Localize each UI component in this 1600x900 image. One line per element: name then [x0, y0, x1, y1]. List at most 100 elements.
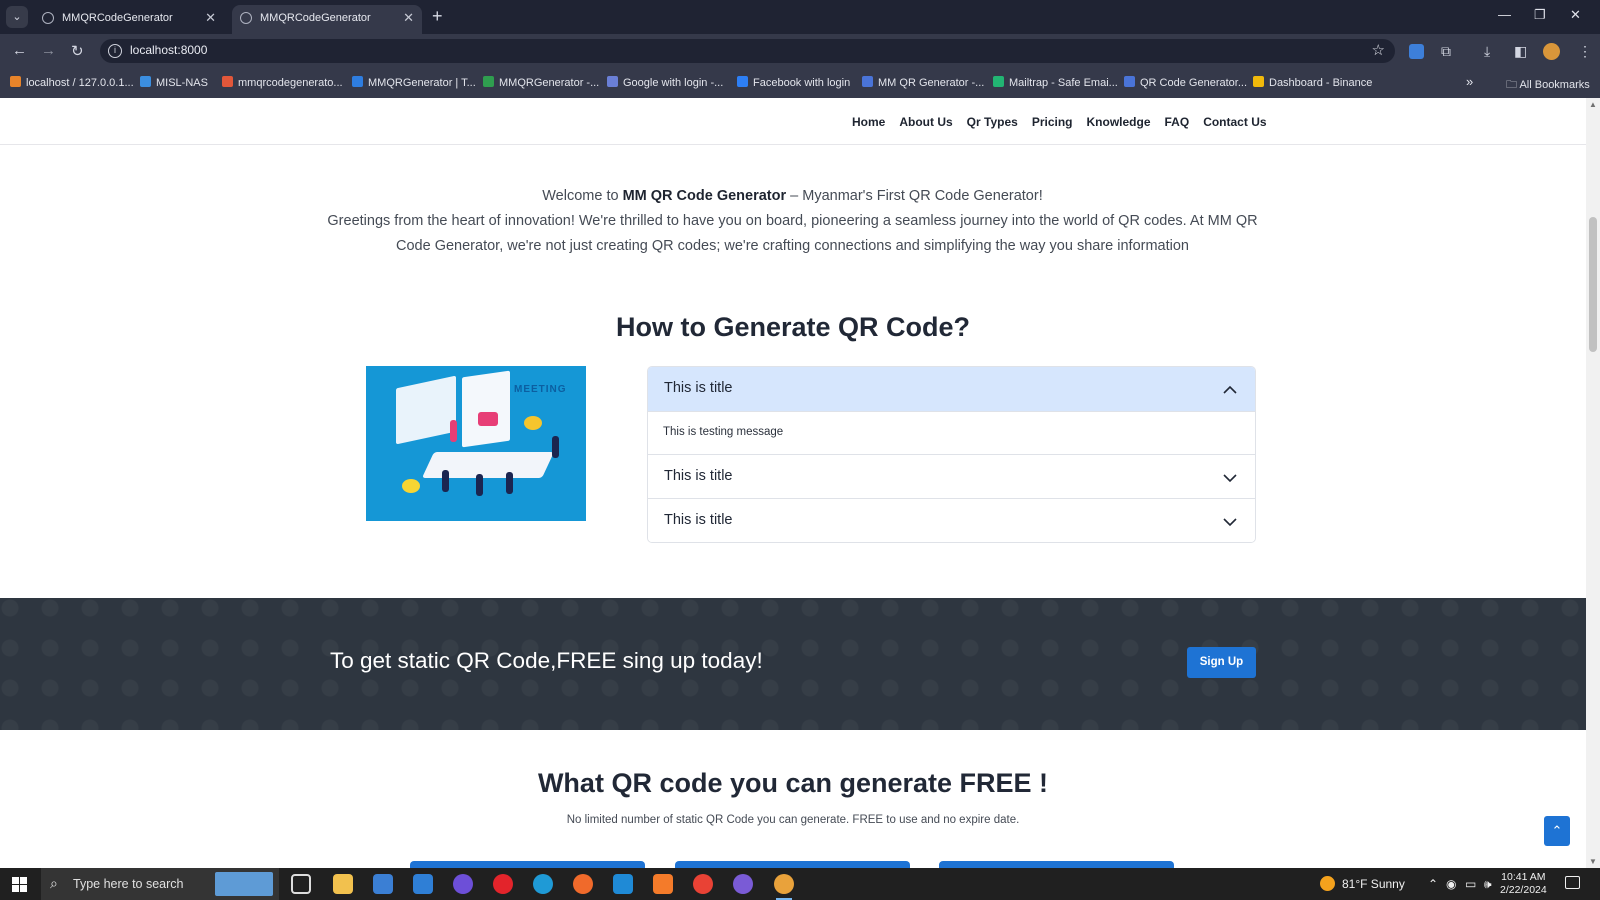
forward-icon[interactable]: → — [41, 42, 56, 59]
minimize-icon[interactable]: — — [1498, 7, 1511, 22]
firefox-icon[interactable] — [573, 874, 593, 894]
bookmark-label: Google with login -... — [623, 77, 724, 89]
site-info-icon[interactable]: i — [108, 44, 122, 58]
bookmark-item[interactable]: MISL-NAS — [140, 76, 208, 89]
close-tab-icon[interactable]: ✕ — [205, 10, 216, 26]
tab-strip: ⌄ MMQRCodeGenerator ✕ MMQRCodeGenerator … — [0, 0, 1600, 34]
bookmark-favicon-icon — [607, 76, 618, 87]
menu-kebab-icon[interactable]: ⋮ — [1578, 43, 1592, 60]
new-tab-button[interactable]: + — [432, 6, 443, 27]
nav-link-contact-us[interactable]: Contact Us — [1203, 115, 1266, 129]
nav-link-qr-types[interactable]: Qr Types — [967, 115, 1018, 129]
bookmark-label: MM QR Generator -... — [878, 77, 985, 89]
bookmark-item[interactable]: Google with login -... — [607, 76, 723, 89]
intro-suffix: – Myanmar's First QR Code Generator! — [786, 188, 1043, 204]
coin — [402, 479, 420, 493]
tab-search-button[interactable]: ⌄ — [6, 6, 28, 28]
nav-link-faq[interactable]: FAQ — [1165, 115, 1190, 129]
how-to-heading: How to Generate QR Code? — [615, 312, 971, 342]
tab-mmqr-1[interactable]: MMQRCodeGenerator ✕ — [34, 5, 224, 34]
back-to-top-button[interactable]: ⌃ — [1544, 816, 1570, 846]
nav-link-knowledge[interactable]: Knowledge — [1087, 115, 1151, 129]
bookmark-item[interactable]: mmqrcodegenerato... — [222, 76, 343, 89]
bookmark-item[interactable]: QR Code Generator... — [1124, 76, 1247, 89]
bookmark-item[interactable]: MMQRGenerator -... — [483, 76, 599, 89]
bookmark-item[interactable]: MMQRGenerator | T... — [352, 76, 476, 89]
search-highlight-art — [215, 872, 273, 896]
nav-link-pricing[interactable]: Pricing — [1032, 115, 1073, 129]
qr-type-card[interactable] — [939, 861, 1174, 868]
nav-links: Home About Us Qr Types Pricing Knowledge FAQ C… — [852, 115, 1267, 129]
vscode-icon[interactable] — [613, 874, 633, 894]
mail-icon[interactable] — [413, 874, 433, 894]
extension-icon[interactable] — [1409, 44, 1424, 59]
nav-link-home[interactable]: Home — [852, 115, 885, 129]
bookmark-item[interactable]: localhost / 127.0.0.1... — [10, 76, 134, 89]
faq-accordion: This is title This is testing message This… — [647, 366, 1256, 543]
scroll-up-arrow[interactable]: ▲ — [1589, 100, 1597, 109]
viber-icon[interactable] — [733, 874, 753, 894]
chevron-down-icon — [1223, 518, 1237, 527]
edge-icon[interactable] — [533, 874, 553, 894]
bookmark-star-icon[interactable]: ☆ — [1372, 41, 1385, 59]
scroll-down-arrow[interactable]: ▼ — [1589, 857, 1597, 866]
bookmark-item[interactable]: Facebook with login — [737, 76, 850, 89]
reload-icon[interactable]: ↻ — [71, 42, 84, 60]
opera-icon[interactable] — [493, 874, 513, 894]
profile-avatar[interactable] — [1543, 43, 1560, 60]
back-icon[interactable]: ← — [12, 42, 27, 59]
bookmark-favicon-icon — [862, 76, 873, 87]
accordion-header[interactable]: This is title — [648, 454, 1255, 498]
nav-link-about-us[interactable]: About Us — [899, 115, 952, 129]
windows-start-icon[interactable] — [12, 877, 27, 892]
bookmark-favicon-icon — [140, 76, 151, 87]
more-bookmarks-icon[interactable]: » — [1466, 74, 1473, 89]
tray-app-icon[interactable]: ◉ — [1446, 877, 1456, 891]
bookmark-item[interactable]: Dashboard - Binance — [1253, 76, 1372, 89]
volume-icon[interactable]: 🕪 — [1484, 877, 1492, 892]
restore-icon[interactable]: ❐ — [1534, 7, 1546, 23]
accordion-header[interactable]: This is title — [648, 367, 1255, 411]
close-tab-icon[interactable]: ✕ — [403, 10, 414, 26]
bookmark-item[interactable]: Mailtrap - Safe Emai... — [993, 76, 1118, 89]
scroll-thumb[interactable] — [1589, 217, 1597, 352]
page-scrollbar[interactable]: ▲ ▼ — [1586, 98, 1600, 868]
bookmark-item[interactable]: MM QR Generator -... — [862, 76, 984, 89]
person — [506, 472, 513, 494]
accordion-header[interactable]: This is title — [648, 498, 1255, 542]
tray-chevron-icon[interactable]: ⌃ — [1428, 877, 1438, 891]
chrome-active-icon[interactable] — [774, 874, 794, 900]
store-icon[interactable] — [373, 874, 393, 894]
bookmarks-bar: » 🗀 All Bookmarks localhost / 127.0.0.1.… — [0, 68, 1600, 98]
address-bar[interactable]: i localhost:8000 ☆ — [100, 39, 1395, 63]
bookmark-favicon-icon — [10, 76, 21, 87]
bookmark-favicon-icon — [1253, 76, 1264, 87]
bookmark-favicon-icon — [993, 76, 1004, 87]
network-icon[interactable]: ▭ — [1465, 877, 1476, 891]
qr-type-card[interactable] — [675, 861, 910, 868]
weather-sun-icon — [1320, 876, 1335, 891]
qr-type-card[interactable] — [410, 861, 645, 868]
person — [476, 474, 483, 496]
app-icon[interactable] — [453, 874, 473, 894]
all-bookmarks-button[interactable]: 🗀 All Bookmarks — [1506, 76, 1590, 95]
bookmark-favicon-icon — [222, 76, 233, 87]
accordion-title: This is title — [664, 512, 733, 528]
side-panel-icon[interactable]: ◧ — [1514, 43, 1527, 60]
extensions-puzzle-icon[interactable]: ⧉ — [1441, 43, 1451, 60]
weather-text[interactable]: 81°F Sunny — [1342, 877, 1405, 891]
download-icon[interactable]: ⤓ — [1484, 43, 1490, 60]
sign-up-button[interactable]: Sign Up — [1187, 647, 1256, 678]
tab-mmqr-2[interactable]: MMQRCodeGenerator ✕ — [232, 5, 422, 34]
clock-time: 10:41 AM — [1501, 871, 1546, 883]
person — [552, 436, 559, 458]
file-explorer-icon[interactable] — [333, 874, 353, 894]
clock-date: 2/22/2024 — [1500, 884, 1547, 896]
close-window-icon[interactable]: ✕ — [1570, 7, 1581, 23]
clock[interactable]: 10:41 AM 2/22/2024 — [1500, 871, 1547, 897]
notification-icon[interactable] — [1565, 876, 1580, 889]
task-view-icon[interactable] — [291, 874, 311, 894]
taskbar-search[interactable]: ⌕ Type here to search — [41, 868, 279, 900]
xampp-icon[interactable] — [653, 874, 673, 894]
chrome-icon[interactable] — [693, 874, 713, 894]
